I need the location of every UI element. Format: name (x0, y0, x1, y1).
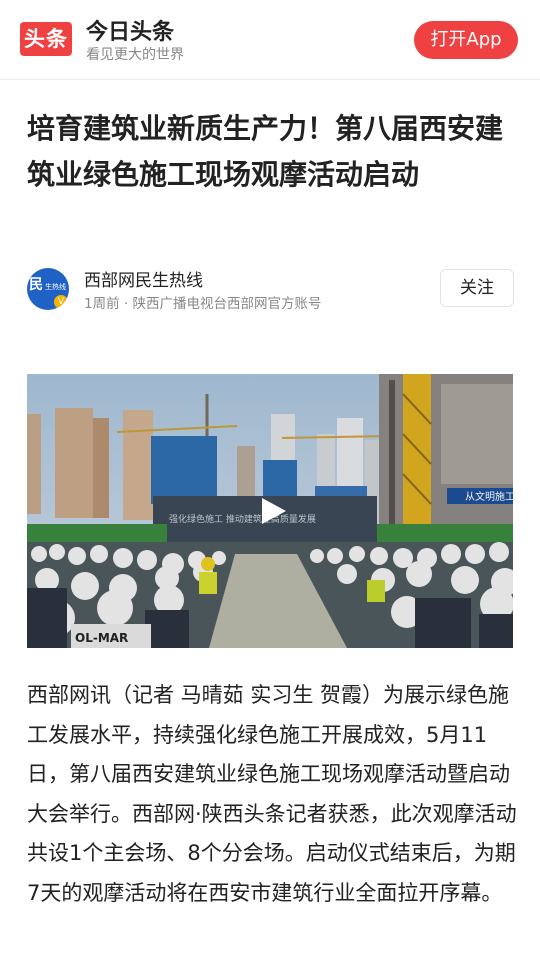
author-meta: 1周前 · 陕西广播电视台西部网官方账号 (84, 296, 322, 312)
play-icon[interactable] (258, 496, 288, 526)
avatar-small-text: 生热线 (45, 283, 66, 291)
open-app-button[interactable]: 打开App (414, 21, 518, 59)
article-title: 培育建筑业新质生产力！第八届西安建筑业绿色施工现场观摩活动启动 (27, 112, 504, 191)
avatar-text: 民 (29, 277, 43, 293)
app-name: 今日头条 (86, 20, 175, 45)
top-bar: 头条 今日头条 看见更大的世界 打开App (0, 0, 540, 80)
follow-button[interactable]: 关注 (440, 269, 514, 307)
app-slogan: 看见更大的世界 (86, 47, 184, 63)
toutiao-logo[interactable]: 头条 (20, 22, 72, 56)
verified-badge-icon: V (54, 295, 68, 309)
author-avatar[interactable]: 民 生热线 V (27, 268, 69, 310)
article-body: 西部网讯（记者 马晴茹 实习生 贺霞）为展示绿色施工发展水平，持续强化绿色施工开… (27, 683, 517, 905)
author-name[interactable]: 西部网民生热线 (84, 266, 203, 291)
